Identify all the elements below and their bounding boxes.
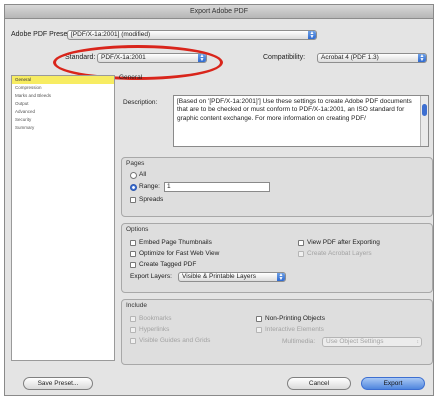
popup-arrows-icon: ▲ ▼: [308, 30, 316, 40]
multimedia-dropdown[interactable]: Use Object Settings ↕: [322, 337, 422, 347]
pages-group: Pages All Range: 1 Spreads: [121, 157, 433, 217]
options-group: Options Embed Page Thumbnails Optimize f…: [121, 223, 433, 293]
interactive-label: Interactive Elements: [265, 326, 324, 333]
sidebar-item-summary[interactable]: Summary: [12, 124, 114, 132]
compatibility-label: Compatibility:: [263, 54, 306, 61]
non-printing-label: Non-Printing Objects: [265, 315, 325, 322]
export-pdf-dialog: Export Adobe PDF Adobe PDF Preset: [PDF/…: [4, 4, 434, 396]
hyperlinks-checkbox[interactable]: [130, 327, 136, 333]
bookmarks-checkbox[interactable]: [130, 316, 136, 322]
range-radio[interactable]: [130, 184, 137, 191]
optimize-web-checkbox[interactable]: [130, 251, 136, 257]
preset-dropdown[interactable]: [PDF/X-1a:2001] (modified) ▲ ▼: [67, 30, 317, 40]
spreads-label: Spreads: [139, 196, 164, 203]
preset-value: [PDF/X-1a:2001] (modified): [71, 31, 151, 38]
scroll-thumb[interactable]: [422, 104, 427, 116]
visible-guides-checkbox[interactable]: [130, 338, 136, 344]
range-label: Range:: [139, 183, 160, 190]
save-preset-button[interactable]: Save Preset...: [23, 377, 93, 390]
panel-heading: General: [119, 74, 143, 81]
create-layers-checkbox[interactable]: [298, 251, 304, 257]
include-title: Include: [126, 302, 147, 309]
interactive-checkbox[interactable]: [256, 327, 262, 333]
create-layers-label: Create Acrobat Layers: [307, 250, 372, 257]
options-title: Options: [126, 226, 149, 233]
visible-guides-label: Visible Guides and Grids: [139, 337, 211, 344]
view-after-export-checkbox[interactable]: [298, 240, 304, 246]
cancel-button[interactable]: Cancel: [287, 377, 351, 390]
sidebar-item-marks-and-bleeds[interactable]: Marks and Bleeds: [12, 92, 114, 100]
all-pages-radio[interactable]: [130, 172, 137, 179]
all-pages-label: All: [139, 171, 147, 178]
embed-thumbnails-label: Embed Page Thumbnails: [139, 239, 212, 246]
pages-title: Pages: [126, 160, 145, 167]
view-after-export-label: View PDF after Exporting: [307, 239, 380, 246]
compatibility-dropdown[interactable]: Acrobat 4 (PDF 1.3) ▲ ▼: [317, 53, 427, 63]
sidebar-item-output[interactable]: Output: [12, 100, 114, 108]
sidebar-item-compression[interactable]: Compression: [12, 84, 114, 92]
description-textarea[interactable]: [Based on '[PDF/X-1a:2001]'] Use these s…: [173, 95, 429, 147]
sidebar-item-security[interactable]: Security: [12, 116, 114, 124]
export-layers-dropdown[interactable]: Visible & Printable Layers ▲ ▼: [178, 272, 286, 282]
description-text: [Based on '[PDF/X-1a:2001]'] Use these s…: [177, 98, 412, 122]
export-layers-label: Export Layers:: [130, 273, 172, 280]
create-tagged-checkbox[interactable]: [130, 262, 136, 268]
optimize-web-label: Optimize for Fast Web View: [139, 250, 220, 257]
compatibility-value: Acrobat 4 (PDF 1.3): [321, 54, 379, 61]
hyperlinks-label: Hyperlinks: [139, 326, 170, 333]
sidebar-item-general[interactable]: General: [12, 76, 114, 84]
sidebar-item-advanced[interactable]: Advanced: [12, 108, 114, 116]
window-title: Export Adobe PDF: [5, 5, 433, 19]
popup-arrows-icon: ▲ ▼: [277, 272, 285, 282]
non-printing-checkbox[interactable]: [256, 316, 262, 322]
preset-label: Adobe PDF Preset:: [11, 31, 72, 38]
multimedia-value: Use Object Settings: [326, 338, 384, 345]
multimedia-label: Multimedia:: [282, 338, 316, 345]
export-button[interactable]: Export: [361, 377, 425, 390]
export-layers-value: Visible & Printable Layers: [182, 273, 256, 280]
create-tagged-label: Create Tagged PDF: [139, 261, 197, 268]
popup-arrows-icon: ▲ ▼: [418, 53, 426, 63]
spreads-checkbox[interactable]: [130, 197, 136, 203]
settings-sidebar: General Compression Marks and Bleeds Out…: [11, 75, 115, 361]
popup-arrows-icon: ↕: [416, 339, 420, 345]
include-group: Include Bookmarks Hyperlinks Visible Gui…: [121, 299, 433, 365]
embed-thumbnails-checkbox[interactable]: [130, 240, 136, 246]
description-scrollbar[interactable]: [420, 96, 428, 146]
range-input[interactable]: 1: [164, 182, 270, 192]
bookmarks-label: Bookmarks: [139, 315, 172, 322]
description-label: Description:: [123, 99, 158, 106]
